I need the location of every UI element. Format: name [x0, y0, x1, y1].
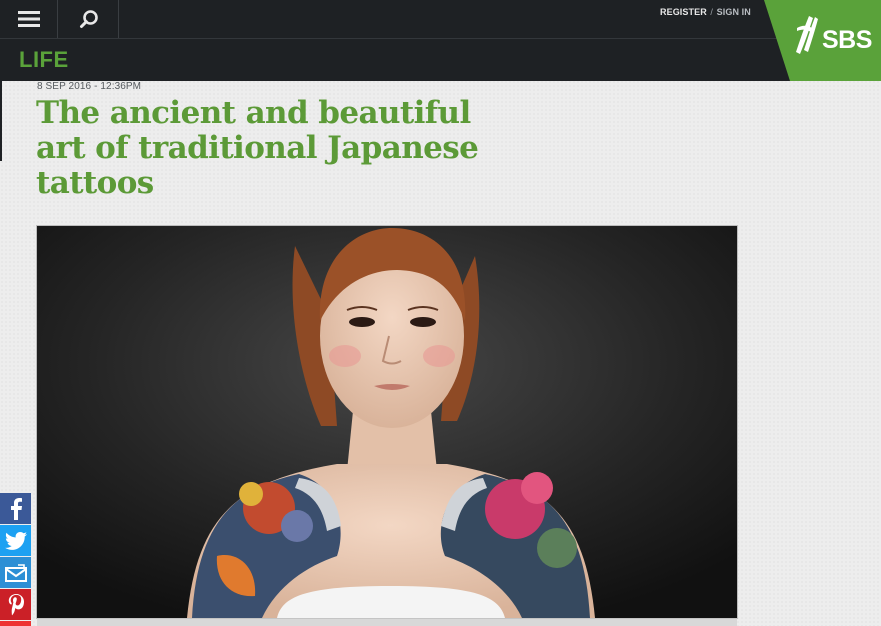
share-pinterest-button[interactable] — [0, 589, 31, 620]
section-title[interactable]: LIFE — [19, 47, 69, 73]
search-button[interactable] — [59, 0, 119, 38]
sign-in-link[interactable]: SIGN IN — [717, 7, 751, 17]
article-date: 8 SEP 2016 - 12:36PM — [37, 81, 142, 92]
image-caption-bar — [37, 618, 737, 626]
auth-links: REGISTER / SIGN IN — [660, 7, 751, 17]
share-facebook-button[interactable] — [0, 493, 31, 524]
section-bar: LIFE — [0, 38, 881, 81]
article-headline: The ancient and beautiful art of traditi… — [36, 95, 479, 201]
sbs-logo-text: SBS — [822, 26, 872, 54]
register-link[interactable]: REGISTER — [660, 7, 707, 17]
pinterest-icon — [8, 593, 24, 615]
share-email-button[interactable] — [0, 557, 31, 588]
menu-button[interactable] — [0, 0, 58, 38]
facebook-icon — [10, 497, 22, 520]
share-twitter-button[interactable] — [0, 525, 31, 556]
left-divider — [0, 81, 2, 161]
article-hero-image[interactable] — [37, 226, 737, 618]
twitter-icon — [4, 531, 27, 550]
woman-with-japanese-tattoos-photo — [37, 226, 737, 618]
auth-separator: / — [710, 7, 714, 17]
hamburger-menu-icon — [17, 11, 40, 27]
share-more-button[interactable] — [0, 621, 31, 626]
search-icon — [79, 10, 98, 28]
email-icon — [4, 563, 27, 582]
top-nav-bar: REGISTER / SIGN IN — [0, 0, 881, 38]
